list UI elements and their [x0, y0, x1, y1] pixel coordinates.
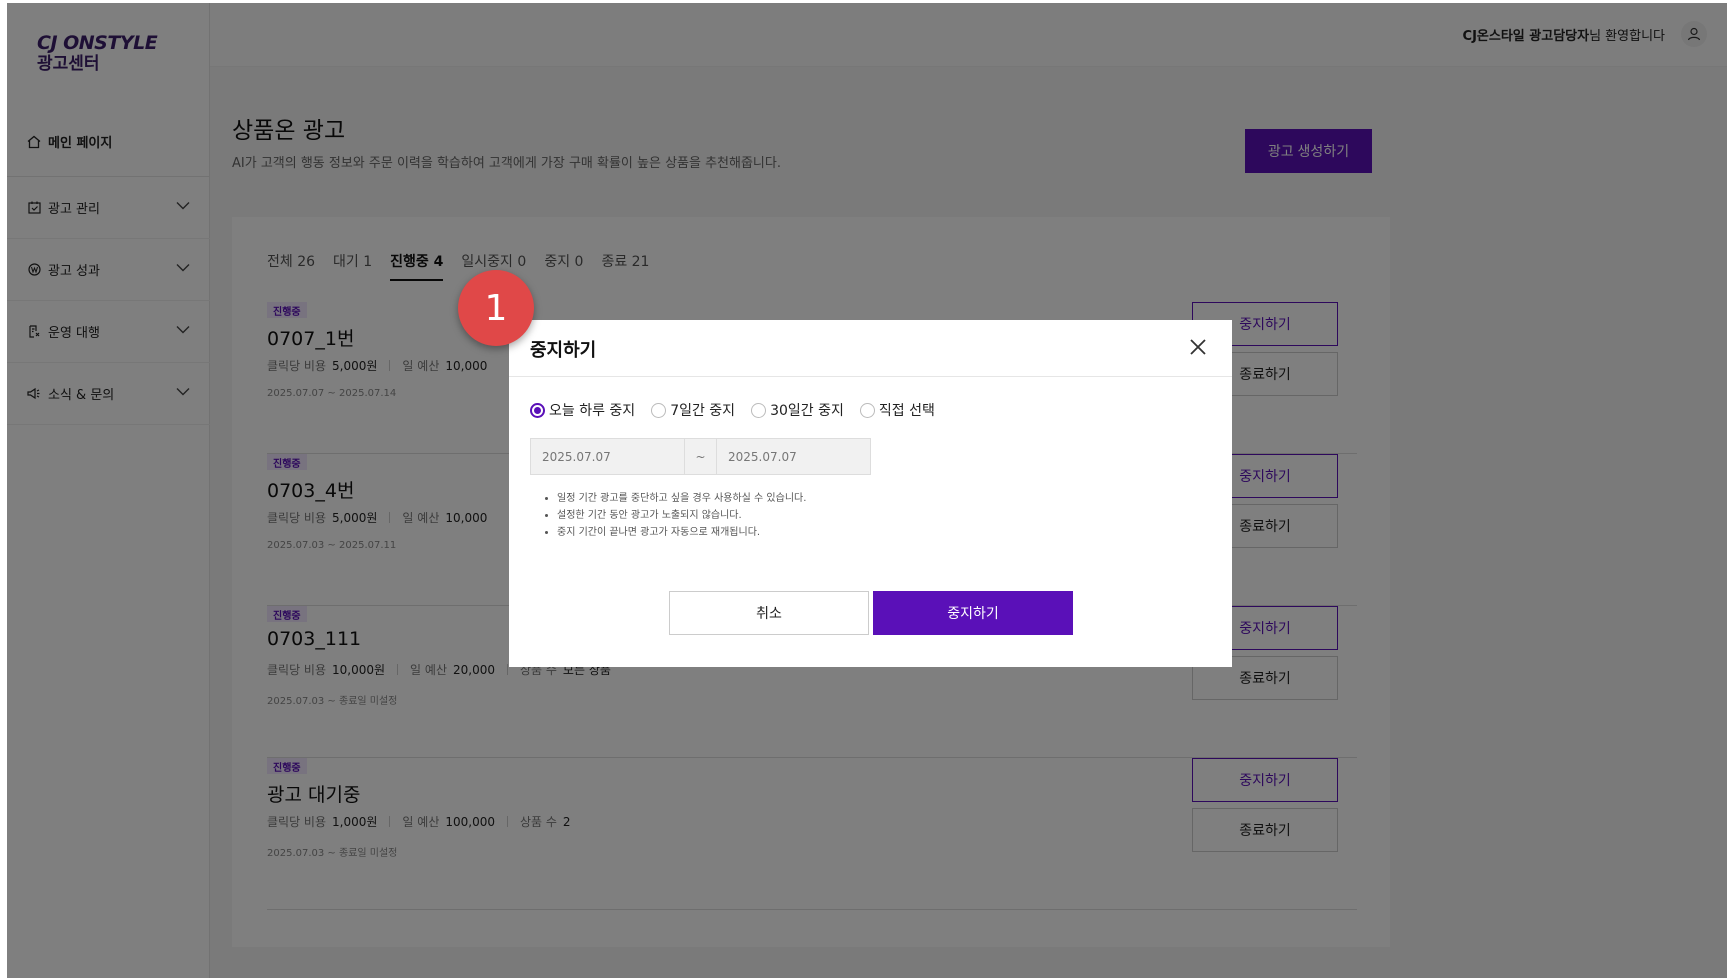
confirm-stop-button[interactable]: 중지하기 [873, 591, 1073, 635]
stop-period-options: 오늘 하루 중지 7일간 중지 30일간 중지 직접 선택 [530, 400, 935, 420]
start-date-field[interactable]: 2025.07.07 [530, 438, 685, 475]
stop-ad-dialog: 중지하기 오늘 하루 중지 7일간 중지 30일간 중지 직접 선택 2025.… [509, 320, 1232, 667]
date-range-separator: ~ [685, 438, 716, 475]
cancel-button[interactable]: 취소 [669, 591, 869, 635]
radio-selected-icon[interactable] [530, 402, 545, 418]
radio-today[interactable]: 오늘 하루 중지 [530, 400, 635, 420]
notice-item: 중지 기간이 끝나면 광고가 자동으로 재개됩니다. [557, 524, 806, 541]
radio-30-days[interactable]: 30일간 중지 [751, 400, 844, 420]
radio-label: 오늘 하루 중지 [549, 403, 636, 419]
radio-label: 7일간 중지 [670, 403, 736, 419]
radio-empty-icon[interactable] [751, 402, 767, 418]
radio-7-days[interactable]: 7일간 중지 [651, 400, 735, 420]
app-window: CJ ONSTYLE 광고센터 메인 페이지 광고 관리 광고 성과 [7, 3, 1727, 978]
end-date-field[interactable]: 2025.07.07 [716, 438, 871, 475]
radio-empty-icon[interactable] [651, 402, 667, 418]
radio-label: 30일간 중지 [770, 403, 844, 419]
radio-label: 직접 선택 [878, 403, 935, 419]
divider [509, 376, 1232, 377]
notice-item: 일정 기간 광고를 중단하고 싶을 경우 사용하실 수 있습니다. [557, 490, 806, 507]
radio-empty-icon[interactable] [859, 402, 875, 418]
notice-item: 설정한 기간 동안 광고가 노출되지 않습니다. [557, 507, 806, 524]
radio-custom[interactable]: 직접 선택 [859, 400, 935, 420]
dialog-title: 중지하기 [530, 340, 597, 361]
step-marker: 1 [458, 270, 534, 346]
close-icon[interactable] [1187, 336, 1209, 358]
notice-list: 일정 기간 광고를 중단하고 싶을 경우 사용하실 수 있습니다. 설정한 기간… [545, 490, 806, 541]
